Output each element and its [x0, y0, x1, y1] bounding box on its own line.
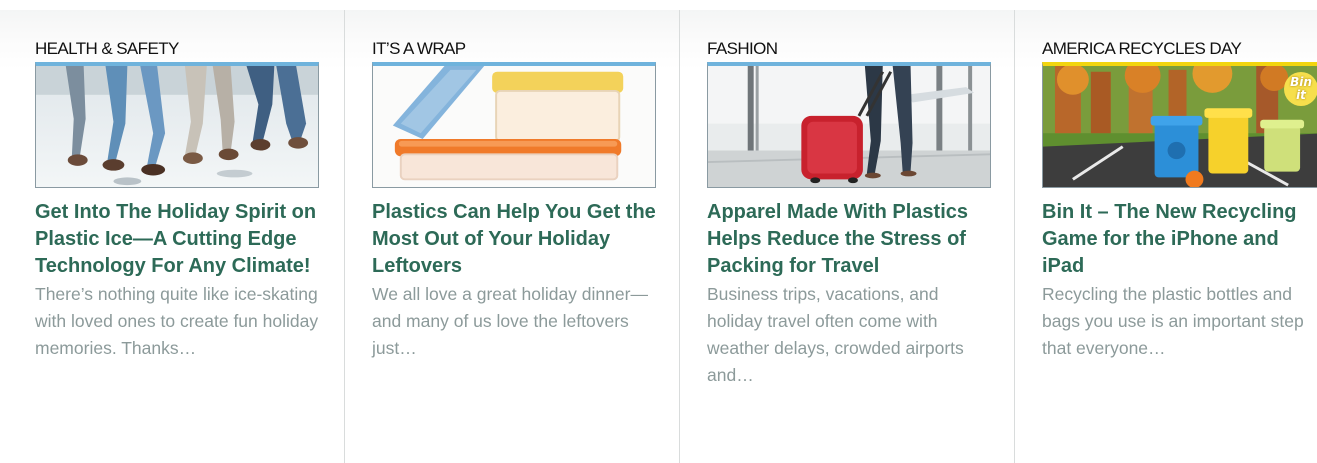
article-card-health-safety: HEALTH & SAFETY Get Into The Holiday Spi…: [8, 10, 345, 463]
bin-it-game-logo: Bin it: [1284, 72, 1317, 106]
card-title-link[interactable]: Plastics Can Help You Get the Most Out o…: [372, 199, 656, 280]
card-excerpt: Business trips, vacations, and holiday t…: [707, 284, 964, 385]
card-excerpt: We all love a great holiday dinner—and m…: [372, 284, 648, 358]
card-image[interactable]: [707, 62, 991, 188]
card-title-link[interactable]: Bin It – The New Recycling Game for the …: [1042, 199, 1317, 280]
card-image[interactable]: [372, 62, 656, 188]
recycling-game-illustration-icon: [1043, 66, 1317, 187]
airport-luggage-photo-icon: [708, 66, 990, 187]
article-card-its-a-wrap: IT’S A WRAP Plastics Can Help You Get th…: [345, 10, 680, 463]
food-containers-photo-icon: [373, 66, 655, 187]
article-card-fashion: FASHION Apparel Made With Plastics Helps…: [680, 10, 1015, 463]
card-category: AMERICA RECYCLES DAY: [1042, 39, 1242, 58]
card-image[interactable]: [35, 62, 319, 188]
card-title-link[interactable]: Apparel Made With Plastics Helps Reduce …: [707, 199, 991, 280]
card-category: IT’S A WRAP: [372, 39, 466, 58]
card-excerpt: Recycling the plastic bottles and bags y…: [1042, 284, 1304, 358]
card-category: FASHION: [707, 39, 778, 58]
card-image[interactable]: Bin it: [1042, 62, 1317, 188]
article-card-america-recycles-day: AMERICA RECYCLES DAY Bin it Bin It – The…: [1015, 10, 1317, 463]
ice-skating-photo-icon: [36, 66, 318, 187]
card-title-link[interactable]: Get Into The Holiday Spirit on Plastic I…: [35, 199, 319, 280]
card-excerpt: There’s nothing quite like ice-skating w…: [35, 284, 319, 358]
card-category: HEALTH & SAFETY: [35, 39, 179, 58]
article-strip: HEALTH & SAFETY Get Into The Holiday Spi…: [0, 0, 1317, 463]
